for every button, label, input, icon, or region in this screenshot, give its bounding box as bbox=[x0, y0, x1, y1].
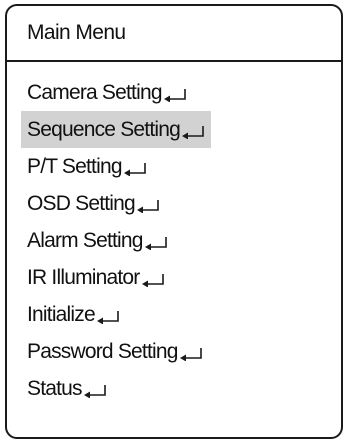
enter-icon bbox=[144, 237, 167, 250]
menu-item-alarm-setting[interactable]: Alarm Setting bbox=[7, 222, 341, 259]
enter-icon bbox=[96, 311, 119, 324]
menu-item-highlight: Alarm Setting bbox=[27, 222, 172, 259]
menu-item-highlight: Status bbox=[27, 370, 111, 407]
menu-item-initialize[interactable]: Initialize bbox=[7, 296, 341, 333]
menu-item-label: Camera Setting bbox=[27, 81, 163, 104]
menu-item-label: Status bbox=[27, 377, 83, 400]
menu-item-label: IR Illuminator bbox=[27, 266, 140, 289]
menu-item-highlight: P/T Setting bbox=[27, 148, 151, 185]
menu-item-sequence-setting[interactable]: Sequence Setting bbox=[7, 111, 341, 148]
enter-icon bbox=[179, 348, 202, 361]
enter-icon bbox=[141, 274, 164, 287]
menu-item-label: Password Setting bbox=[27, 340, 178, 363]
menu-item-osd-setting[interactable]: OSD Setting bbox=[7, 185, 341, 222]
menu-item-label: OSD Setting bbox=[27, 192, 136, 215]
enter-icon bbox=[123, 163, 146, 176]
menu-item-highlight: Sequence Setting bbox=[21, 111, 211, 148]
enter-icon bbox=[83, 385, 106, 398]
menu-item-highlight: OSD Setting bbox=[27, 185, 164, 222]
menu-item-highlight: Initialize bbox=[27, 296, 124, 333]
main-menu-panel: Main Menu Camera Setting Sequence Settin… bbox=[5, 4, 343, 439]
enter-icon bbox=[163, 89, 186, 102]
menu-item-ir-illuminator[interactable]: IR Illuminator bbox=[7, 259, 341, 296]
menu-item-password-setting[interactable]: Password Setting bbox=[7, 333, 341, 370]
enter-icon bbox=[136, 200, 159, 213]
menu-list: Camera Setting Sequence Setting P/T Sett… bbox=[7, 74, 341, 407]
menu-item-label: P/T Setting bbox=[27, 155, 123, 178]
menu-item-highlight: Camera Setting bbox=[27, 74, 191, 111]
menu-item-camera-setting[interactable]: Camera Setting bbox=[7, 74, 341, 111]
enter-icon bbox=[182, 126, 204, 139]
menu-title: Main Menu bbox=[7, 6, 341, 62]
menu-item-pt-setting[interactable]: P/T Setting bbox=[7, 148, 341, 185]
menu-item-label: Initialize bbox=[27, 303, 96, 326]
menu-item-highlight: Password Setting bbox=[27, 333, 207, 370]
menu-item-label: Alarm Setting bbox=[27, 229, 143, 252]
menu-item-highlight: IR Illuminator bbox=[27, 259, 169, 296]
menu-item-status[interactable]: Status bbox=[7, 370, 341, 407]
menu-item-label: Sequence Setting bbox=[27, 118, 181, 141]
